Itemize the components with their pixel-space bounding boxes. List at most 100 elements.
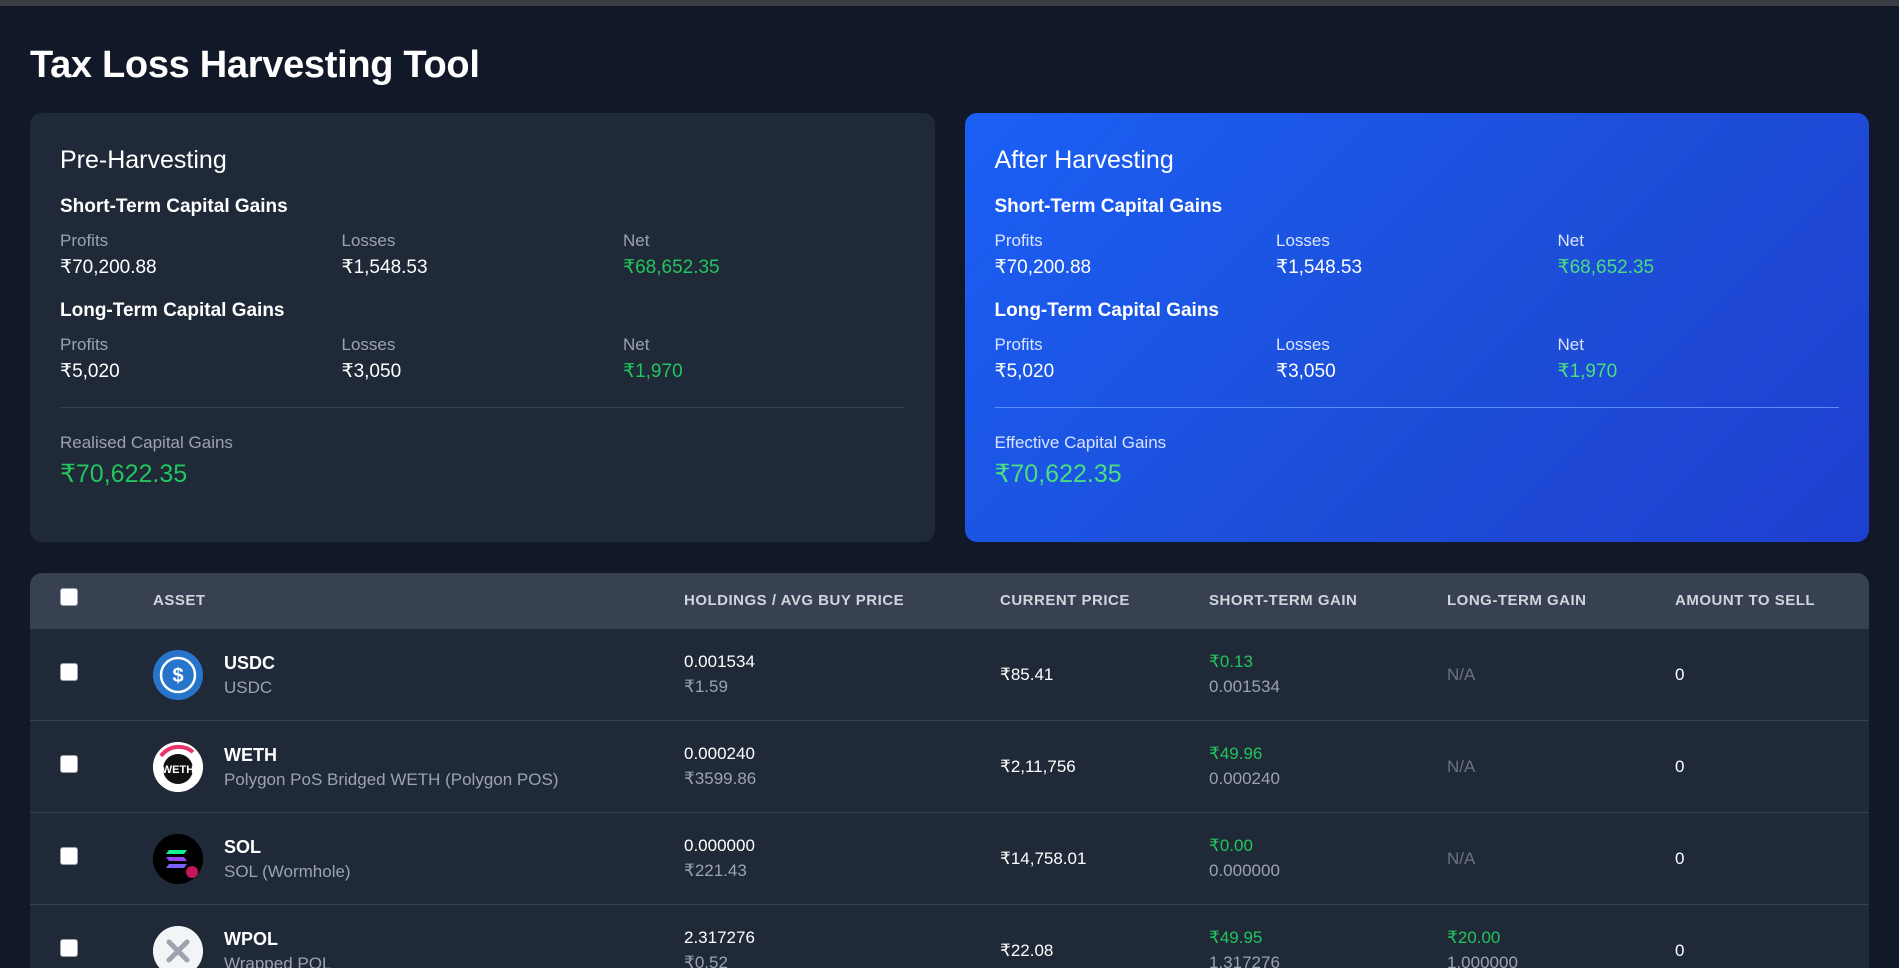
asset-text: WPOL Wrapped POL: [224, 928, 331, 968]
amount-to-sell: 0: [1675, 756, 1685, 776]
amount-to-sell: 0: [1675, 848, 1685, 868]
st-gain-amount: 1.317276: [1209, 953, 1280, 968]
realised-gains-label: Realised Capital Gains: [60, 433, 233, 452]
row-checkbox-cell: [30, 847, 153, 870]
ltcg-row: Profits ₹5,020 Losses ₹3,050 Net ₹1,970: [60, 335, 905, 383]
holdings-table: ASSET HOLDINGS / AVG BUY PRICE CURRENT P…: [30, 573, 1869, 968]
long-term-gain-cell: N/A: [1447, 757, 1675, 777]
row-checkbox[interactable]: [60, 847, 78, 865]
col-current-price[interactable]: CURRENT PRICE: [1000, 592, 1209, 609]
net-label: Net: [623, 335, 650, 354]
svg-text:$: $: [172, 665, 183, 687]
losses-label: Losses: [341, 335, 396, 354]
current-price: ₹14,758.01: [1000, 848, 1087, 868]
lt-gain-value: N/A: [1447, 848, 1476, 868]
ltcg-row: Profits ₹5,020 Losses ₹3,050 Net ₹1,970: [995, 335, 1840, 383]
losses-value: ₹1,548.53: [1276, 257, 1363, 278]
effective-gains-label: Effective Capital Gains: [994, 433, 1167, 452]
holdings-cell: 0.001534 ₹1.59: [684, 652, 1000, 697]
col-amount-to-sell[interactable]: AMOUNT TO SELL: [1675, 592, 1869, 609]
lt-gain-value: N/A: [1447, 756, 1476, 776]
header-checkbox-cell: [30, 587, 153, 610]
table-row[interactable]: SOL SOL (Wormhole) 0.000000 ₹221.43 ₹14,…: [30, 812, 1869, 904]
select-all-checkbox[interactable]: [60, 587, 78, 606]
row-checkbox-cell: [30, 939, 153, 962]
col-long-term-gain[interactable]: LONG-TERM GAIN: [1447, 592, 1675, 609]
col-holdings[interactable]: HOLDINGS / AVG BUY PRICE: [684, 592, 1000, 609]
stcg-losses: Losses ₹1,548.53: [342, 231, 624, 279]
net-label: Net: [623, 231, 650, 250]
table-row[interactable]: WETH WETH Polygon PoS Bridged WETH (Poly…: [30, 720, 1869, 812]
current-price: ₹22.08: [1000, 940, 1054, 960]
divider: [60, 407, 905, 408]
st-gain-amount: 0.000000: [1209, 861, 1280, 880]
losses-label: Losses: [1276, 231, 1330, 250]
card-title: Pre-Harvesting: [60, 146, 227, 174]
holdings-amount: 0.000000: [684, 836, 755, 855]
svg-text:WETH: WETH: [162, 764, 194, 776]
net-value: ₹68,652.35: [623, 257, 720, 278]
avg-buy-price: ₹221.43: [684, 861, 747, 880]
ltcg-losses: Losses ₹3,050: [1276, 335, 1558, 383]
ltcg-net: Net ₹1,970: [1558, 335, 1840, 383]
amount-to-sell: 0: [1675, 940, 1685, 960]
short-term-gain-cell: ₹0.00 0.000000: [1209, 836, 1447, 881]
stcg-net: Net ₹68,652.35: [1558, 231, 1840, 279]
stcg-losses: Losses ₹1,548.53: [1276, 231, 1558, 279]
lt-gain-value: ₹20.00: [1447, 928, 1501, 947]
row-checkbox[interactable]: [60, 939, 78, 957]
usdc-coin-icon: $: [153, 649, 203, 700]
row-checkbox[interactable]: [60, 755, 78, 773]
after-harvesting-card: After Harvesting Short-Term Capital Gain…: [964, 113, 1869, 542]
st-gain-amount: 0.001534: [1209, 677, 1280, 696]
asset-symbol: WETH: [224, 744, 277, 765]
short-term-gain-cell: ₹49.96 0.000240: [1209, 744, 1447, 789]
table-row[interactable]: $ USDC USDC 0.001534 ₹1.59 ₹85.41 ₹0.13 …: [30, 628, 1869, 720]
profits-label: Profits: [994, 231, 1043, 250]
stcg-net: Net ₹68,652.35: [623, 231, 905, 279]
asset-text: WETH Polygon PoS Bridged WETH (Polygon P…: [224, 744, 558, 790]
profits-label: Profits: [60, 335, 109, 354]
amount-to-sell: 0: [1675, 664, 1685, 684]
ltcg-net: Net ₹1,970: [623, 335, 905, 383]
holdings-amount: 0.001534: [684, 652, 755, 671]
row-checkbox-cell: [30, 663, 153, 686]
col-short-term-gain[interactable]: SHORT-TERM GAIN: [1209, 592, 1447, 609]
ltcg-profits: Profits ₹5,020: [995, 335, 1277, 383]
sol-coin-icon: [153, 833, 203, 884]
asset-text: USDC USDC: [224, 652, 275, 698]
page: Tax Loss Harvesting Tool Pre-Harvesting …: [0, 6, 1899, 968]
profits-value: ₹5,020: [60, 361, 120, 382]
lt-gain-amount: 1.000000: [1447, 953, 1518, 968]
asset-cell: WPOL Wrapped POL: [153, 925, 684, 968]
avg-buy-price: ₹1.59: [684, 677, 728, 696]
table-row[interactable]: WPOL Wrapped POL 2.317276 ₹0.52 ₹22.08 ₹…: [30, 904, 1869, 968]
holdings-cell: 0.000000 ₹221.43: [684, 836, 1000, 881]
st-gain-value: ₹0.00: [1209, 836, 1253, 855]
asset-symbol: SOL: [224, 836, 262, 857]
col-asset[interactable]: ASSET: [153, 592, 684, 609]
row-checkbox[interactable]: [60, 663, 78, 681]
asset-name: SOL (Wormhole): [224, 861, 351, 881]
asset-cell: $ USDC USDC: [153, 649, 684, 700]
asset-cell: SOL SOL (Wormhole): [153, 833, 684, 884]
avg-buy-price: ₹0.52: [684, 953, 728, 968]
ltcg-title: Long-Term Capital Gains: [60, 300, 285, 321]
holdings-cell: 0.000240 ₹3599.86: [684, 744, 1000, 789]
st-gain-value: ₹49.96: [1209, 744, 1263, 763]
net-value: ₹1,970: [1557, 361, 1618, 382]
holdings-cell: 2.317276 ₹0.52: [684, 928, 1000, 968]
net-value: ₹68,652.35: [1557, 257, 1655, 278]
profits-label: Profits: [60, 231, 109, 250]
divider: [994, 407, 1839, 408]
holdings-amount: 2.317276: [684, 928, 755, 947]
weth-coin-icon: WETH: [153, 741, 203, 792]
row-checkbox-cell: [30, 755, 153, 778]
realised-gains-value: ₹70,622.35: [60, 460, 188, 488]
lt-gain-value: N/A: [1447, 664, 1476, 684]
short-term-gain-cell: ₹49.95 1.317276: [1209, 928, 1447, 968]
short-term-gain-cell: ₹0.13 0.001534: [1209, 652, 1447, 697]
current-price: ₹85.41: [1000, 664, 1054, 684]
wpol-coin-icon: [153, 925, 203, 968]
losses-value: ₹3,050: [341, 361, 402, 382]
